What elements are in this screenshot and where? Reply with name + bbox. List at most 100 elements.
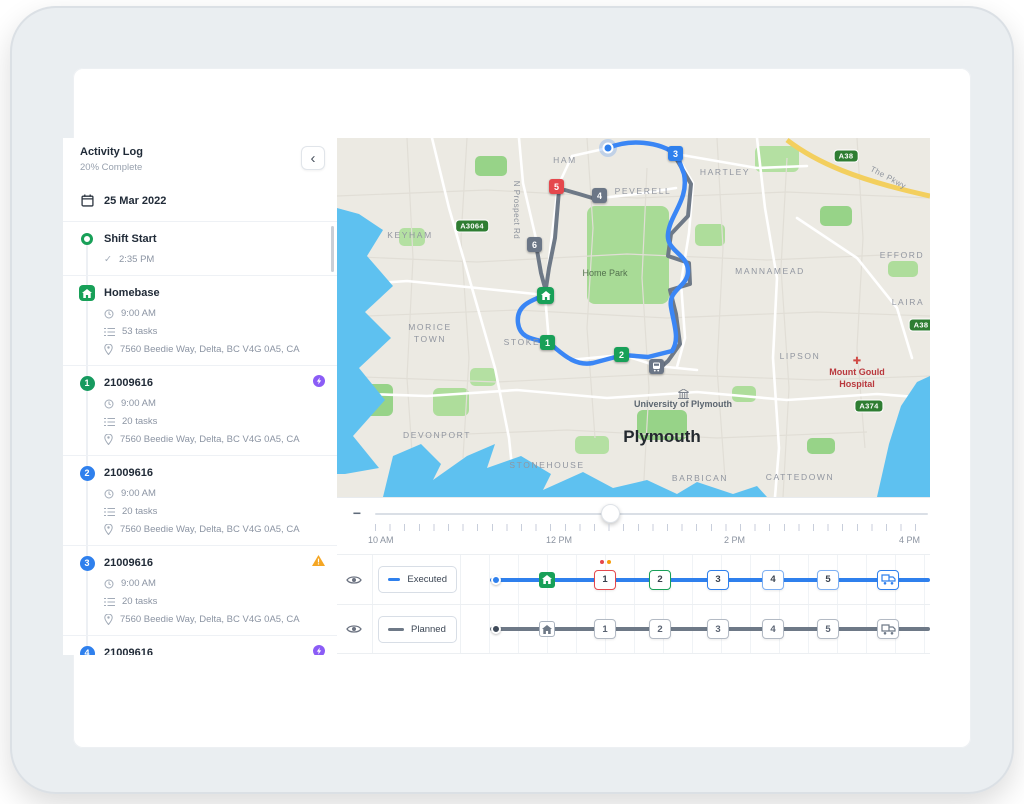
timeline-slider-handle[interactable]: [601, 504, 620, 523]
map-marker-1[interactable]: 1: [540, 335, 555, 350]
road-badge-a374: A374: [855, 401, 882, 412]
pin-icon: [104, 344, 113, 355]
collapse-panel-button[interactable]: ‹: [301, 146, 325, 170]
map-marker-6[interactable]: 6: [527, 237, 542, 252]
executed-stop-4[interactable]: 4: [762, 570, 784, 590]
stop-number-icon: 1: [79, 375, 95, 391]
map-marker-2[interactable]: 2: [614, 347, 629, 362]
entry-address: 7560 Beedie Way, Delta, BC V4G 0A5, CA: [120, 344, 300, 355]
executed-stop-5[interactable]: 5: [817, 570, 839, 590]
map-homebase-icon[interactable]: [537, 287, 554, 304]
tasks-icon: [104, 417, 115, 427]
panel-progress: 20% Complete: [80, 162, 143, 173]
flash-badge-icon: [313, 645, 325, 655]
road-badge-a38-east: A38: [910, 320, 930, 331]
entry-time: 2:35 PM: [119, 254, 154, 265]
entry-address: 7560 Beedie Way, Delta, BC V4G 0A5, CA: [120, 524, 300, 535]
list-item-shift-start[interactable]: Shift Start ✓ 2:35 PM: [63, 222, 337, 276]
date-row: 25 Mar 2022: [63, 181, 337, 222]
date-label: 25 Mar 2022: [104, 193, 323, 209]
stop-number-icon: 3: [79, 555, 95, 571]
planned-stop-1[interactable]: 1: [594, 619, 616, 639]
legend-label: Executed: [407, 574, 447, 585]
executed-end-truck-icon[interactable]: [877, 570, 899, 590]
planned-start-dot: [491, 624, 501, 634]
entry-address: 7560 Beedie Way, Delta, BC V4G 0A5, CA: [120, 614, 300, 625]
map-canvas: [337, 138, 930, 497]
entry-tasks: 53 tasks: [122, 326, 157, 337]
check-icon: ✓: [104, 254, 112, 265]
entry-time: 9:00 AM: [121, 488, 156, 499]
flash-badge-icon: [313, 375, 325, 387]
map-marker-3[interactable]: 3: [668, 146, 683, 161]
toggle-executed-visibility-eye-icon[interactable]: [346, 574, 362, 585]
list-item-stop-4[interactable]: 4 21009616: [63, 636, 337, 655]
panel-title: Activity Log: [80, 146, 143, 158]
entry-time: 9:00 AM: [121, 398, 156, 409]
executed-legend[interactable]: Executed: [378, 566, 457, 593]
timeline-zoom-out-button[interactable]: −: [347, 503, 367, 523]
sidebar-scrollbar[interactable]: [331, 226, 334, 272]
map-marker-5[interactable]: 5: [549, 179, 564, 194]
hospital-icon: ✚: [853, 357, 861, 367]
legend-label: Planned: [411, 624, 446, 635]
time-tick-label: 10 AM: [368, 535, 394, 545]
road-badge-a3064: A3064: [456, 221, 488, 232]
list-item-homebase[interactable]: Homebase 9:00 AM 53 tasks 7560 Beedie Wa…: [63, 276, 337, 366]
executed-stop-3[interactable]: 3: [707, 570, 729, 590]
executed-stop-2[interactable]: 2: [649, 570, 671, 590]
timeline-panel: − 10 AM 12 PM 2 PM 4 PM Executed 1 2 3 4…: [337, 497, 930, 656]
clock-icon: [104, 309, 114, 319]
stop-number-icon: 4: [79, 645, 95, 655]
entry-tasks: 20 tasks: [122, 416, 157, 427]
planned-stop-2[interactable]: 2: [649, 619, 671, 639]
toggle-planned-visibility-eye-icon[interactable]: [346, 624, 362, 635]
list-item-stop-3[interactable]: 3 21009616 9:00 AM 20 tasks 7560 Beedie …: [63, 546, 337, 636]
clock-icon: [104, 579, 114, 589]
entry-title: 21009616: [104, 555, 323, 571]
executed-row: Executed 1 2 3 4 5: [337, 554, 930, 604]
tasks-icon: [104, 507, 115, 517]
entry-address: 7560 Beedie Way, Delta, BC V4G 0A5, CA: [120, 434, 300, 445]
executed-line-swatch: [388, 578, 400, 581]
planned-home-icon[interactable]: [539, 621, 555, 637]
entry-tasks: 20 tasks: [122, 596, 157, 607]
list-item-stop-1[interactable]: 1 21009616 9:00 AM 20 tasks 7560 Beedie …: [63, 366, 337, 456]
timeline-slider-track[interactable]: [375, 513, 928, 515]
timeline-tick-ruler: [375, 524, 928, 531]
planned-legend[interactable]: Planned: [378, 616, 457, 643]
divider: [460, 605, 461, 653]
planned-stop-3[interactable]: 3: [707, 619, 729, 639]
executed-stop-1[interactable]: 1: [594, 570, 616, 590]
time-tick-label: 2 PM: [724, 535, 745, 545]
pin-icon: [104, 524, 113, 535]
entry-title: 21009616: [104, 375, 323, 391]
map[interactable]: 5 3 4 6 1 2 HAM HARTLEY PEVERELL KEYHAM …: [337, 138, 930, 497]
time-tick-label: 4 PM: [899, 535, 920, 545]
map-transit-icon[interactable]: [649, 359, 664, 374]
entry-title: 21009616: [104, 645, 323, 655]
entry-time: 9:00 AM: [121, 308, 156, 319]
stop-number-icon: 2: [79, 465, 95, 481]
planned-row: Planned 1 2 3 4 5: [337, 604, 930, 654]
executed-start-dot: [491, 575, 501, 585]
current-location-icon: [599, 139, 617, 157]
executed-home-icon[interactable]: [539, 572, 555, 588]
tasks-icon: [104, 597, 115, 607]
road-badge-a38: A38: [835, 151, 858, 162]
planned-stop-5[interactable]: 5: [817, 619, 839, 639]
divider: [372, 605, 373, 653]
map-marker-4[interactable]: 4: [592, 188, 607, 203]
university-icon: [678, 386, 689, 404]
planned-stop-4[interactable]: 4: [762, 619, 784, 639]
homebase-icon: [79, 285, 95, 301]
calendar-icon: [79, 192, 95, 208]
tasks-icon: [104, 327, 115, 337]
list-item-stop-2[interactable]: 2 21009616 9:00 AM 20 tasks 7560 Beedie …: [63, 456, 337, 546]
entry-title: 21009616: [104, 465, 323, 481]
divider: [460, 555, 461, 604]
pin-icon: [104, 614, 113, 625]
entry-title: Homebase: [104, 285, 323, 301]
warning-icon: [312, 555, 325, 566]
planned-end-truck-icon[interactable]: [877, 619, 899, 639]
